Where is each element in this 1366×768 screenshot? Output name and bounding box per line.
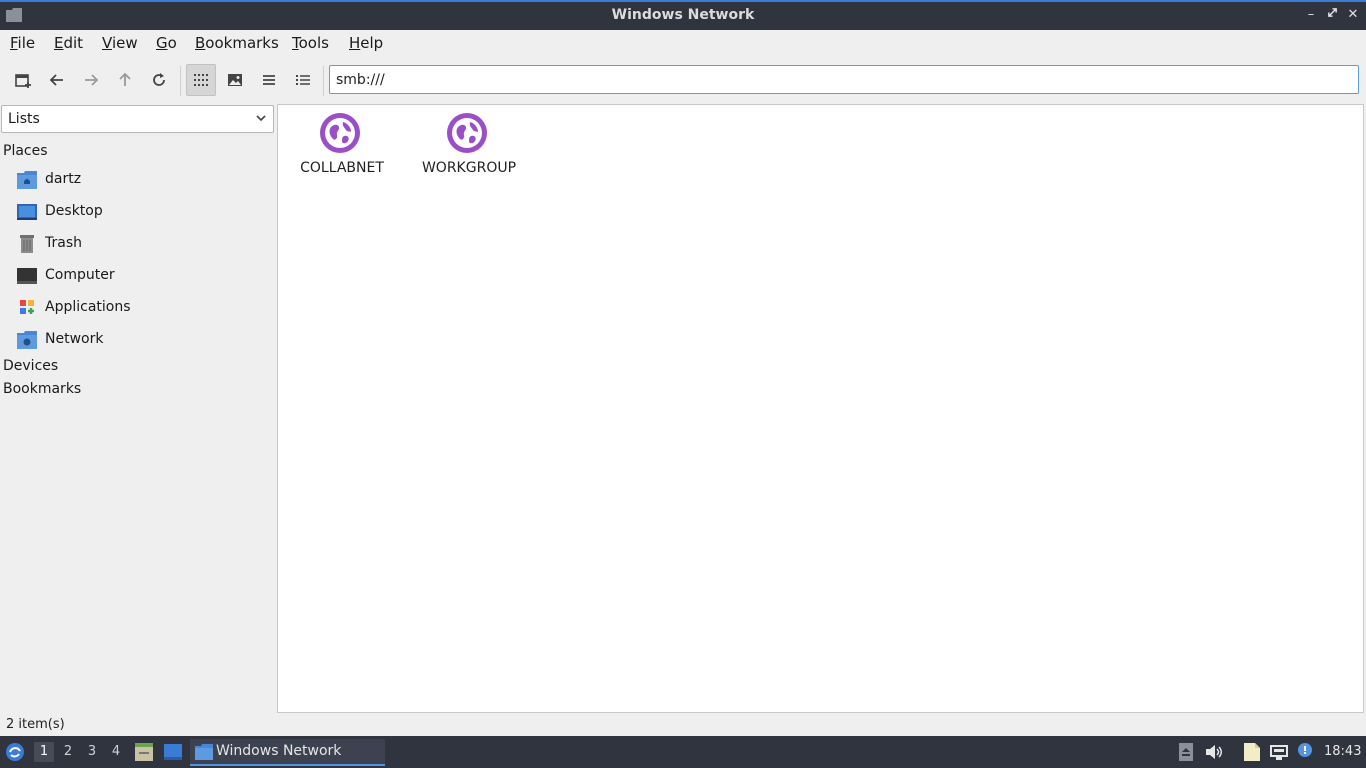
clock[interactable]: 18:43 [1324, 744, 1361, 759]
place-label: Trash [45, 235, 82, 251]
back-button[interactable] [42, 64, 72, 96]
location-bar[interactable] [329, 65, 1359, 94]
menubar: File Edit View Go Bookmarks Tools Help [0, 30, 1366, 56]
detail-list-button[interactable] [288, 64, 318, 96]
minimize-icon[interactable]: – [1302, 6, 1320, 24]
place-label: Network [45, 331, 104, 347]
detail-list-icon [296, 75, 310, 85]
menu-tools[interactable]: Tools [292, 34, 329, 52]
taskbar: 1 2 3 4 Windows Network 18:43 [0, 736, 1366, 768]
compact-view-icon [263, 75, 275, 85]
folder-icon [195, 744, 213, 760]
back-icon [49, 74, 63, 86]
network-item-label: WORKGROUP [421, 160, 517, 176]
menu-help[interactable]: Help [349, 34, 383, 52]
workspace-1[interactable]: 1 [34, 742, 54, 762]
trash-icon [20, 235, 34, 253]
status-text: 2 item(s) [6, 717, 65, 732]
network-folder-icon [17, 331, 37, 349]
network-workgroup-icon [320, 113, 360, 153]
up-icon [119, 72, 131, 86]
notification-icon[interactable] [1296, 743, 1314, 761]
network-icon[interactable] [1270, 743, 1288, 761]
compact-view-button[interactable] [254, 64, 284, 96]
workspace-3[interactable]: 3 [82, 742, 102, 762]
file-manager-launcher-icon[interactable] [135, 743, 153, 761]
bookmarks-section-header[interactable]: Bookmarks [3, 381, 81, 397]
thumbnail-view-icon [228, 74, 242, 86]
icon-view-button[interactable] [186, 64, 216, 96]
status-bar: 2 item(s) [0, 714, 1366, 736]
window-titlebar[interactable]: Windows Network – ✕ [0, 0, 1366, 30]
menu-go[interactable]: Go [156, 34, 177, 52]
toolbar-separator [180, 66, 181, 96]
network-item-label: COLLABNET [300, 160, 384, 176]
icon-view-icon [194, 74, 208, 86]
toolbar [0, 58, 1366, 102]
place-label: Computer [45, 267, 115, 283]
network-workgroup-icon [447, 113, 487, 153]
side-pane: Lists Places dartz Desktop Trash Compute… [0, 104, 276, 712]
side-pane-mode-select[interactable]: Lists [1, 105, 274, 133]
reload-icon [153, 73, 165, 86]
side-pane-mode-value: Lists [8, 111, 40, 127]
place-item-network[interactable]: Network [0, 325, 276, 355]
home-folder-icon [17, 171, 37, 189]
taskbar-window-button[interactable]: Windows Network [190, 739, 385, 766]
devices-section-header[interactable]: Devices [3, 358, 58, 374]
chevron-down-icon [256, 115, 266, 122]
network-item-workgroup[interactable]: WORKGROUP [405, 111, 525, 185]
menu-edit[interactable]: Edit [54, 34, 83, 52]
place-item-computer[interactable]: Computer [0, 261, 276, 291]
file-view[interactable]: COLLABNET WORKGROUP [277, 104, 1364, 713]
start-menu-icon[interactable] [5, 742, 25, 762]
place-label: dartz [45, 171, 82, 187]
menu-file[interactable]: File [10, 34, 35, 52]
reload-button[interactable] [144, 64, 174, 96]
window-title: Windows Network [611, 7, 755, 23]
forward-icon [85, 74, 99, 86]
close-icon[interactable]: ✕ [1344, 6, 1362, 24]
new-tab-button[interactable] [8, 64, 38, 96]
place-item-trash[interactable]: Trash [0, 229, 276, 259]
place-item-applications[interactable]: Applications [0, 293, 276, 323]
volume-icon[interactable] [1205, 743, 1223, 761]
computer-icon [17, 268, 37, 284]
clipboard-icon[interactable] [1242, 743, 1260, 761]
taskbar-window-label: Windows Network [216, 743, 342, 759]
applications-icon [20, 300, 34, 314]
place-label: Desktop [45, 203, 103, 219]
workspace-2[interactable]: 2 [58, 742, 78, 762]
forward-button[interactable] [76, 64, 106, 96]
place-item-desktop[interactable]: Desktop [0, 197, 276, 227]
places-section-header[interactable]: Places [3, 143, 48, 159]
place-label: Applications [45, 299, 131, 315]
location-input[interactable] [330, 66, 1358, 93]
menu-bookmarks[interactable]: Bookmarks [195, 34, 279, 52]
new-tab-icon [15, 74, 31, 88]
workspace-4[interactable]: 4 [106, 742, 126, 762]
network-item-collabnet[interactable]: COLLABNET [278, 111, 398, 185]
place-item-home[interactable]: dartz [0, 165, 276, 195]
up-button[interactable] [110, 64, 140, 96]
desktop-icon [17, 204, 37, 220]
desktop-launcher-icon[interactable] [164, 743, 182, 761]
maximize-icon[interactable] [1323, 6, 1341, 24]
thumbnail-view-button[interactable] [220, 64, 250, 96]
eject-icon[interactable] [1177, 743, 1195, 761]
toolbar-separator [323, 66, 324, 96]
menu-view[interactable]: View [102, 34, 138, 52]
